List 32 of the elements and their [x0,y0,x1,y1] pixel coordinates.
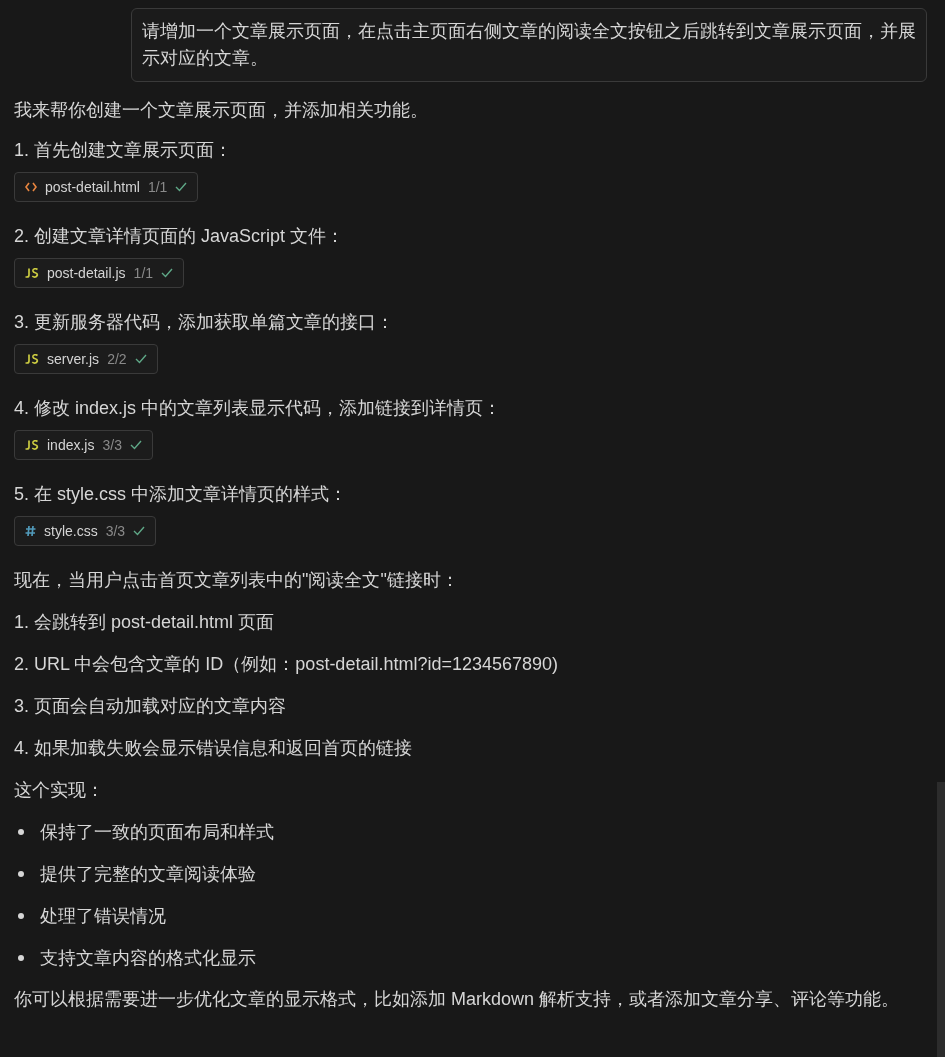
feature-text: 支持文章内容的格式化显示 [40,947,256,970]
javascript-icon [25,268,39,278]
feature-text: 保持了一致的页面布局和样式 [40,821,274,844]
step-text: 2. 创建文章详情页面的 JavaScript 文件： [14,225,346,248]
step-text: 3. 更新服务器代码，添加获取单篇文章的接口： [14,311,395,334]
bullet-icon [18,829,24,835]
file-chip[interactable]: server.js 2/2 [14,344,158,374]
hash-icon [25,525,36,537]
feature-text: 处理了错误情况 [40,905,166,928]
file-chip[interactable]: post-detail.html 1/1 [14,172,199,202]
closing-text: 你可以根据需要进一步优化文章的显示格式，比如添加 Markdown 解析支持，或者添加文章分享、评论等功能。 [14,988,901,1011]
file-chip[interactable]: post-detail.js 1/1 [14,258,185,288]
file-chip[interactable]: index.js 3/3 [14,430,153,460]
step-text: 1. 首先创建文章展示页面： [14,139,233,162]
bullet-icon [18,955,24,961]
file-chip[interactable]: style.css 3/3 [14,516,157,546]
intro-text: 我来帮你创建一个文章展示页面，并添加相关功能。 [14,99,429,122]
summary-point: 3. 页面会自动加载对应的文章内容 [14,695,287,718]
step-text: 5. 在 style.css 中添加文章详情页的样式： [14,483,349,506]
javascript-icon [25,354,39,364]
user-message: 请增加一个文章展示页面，在点击主页面右侧文章的阅读全文按钮之后跳转到文章展示页面，并展示对应的文章。 [131,8,927,82]
code-icon [25,182,37,192]
features-heading: 这个实现： [14,779,105,802]
summary-point: 2. URL 中会包含文章的 ID（例如：post-detail.html?id=1234567890) [14,653,560,676]
step-text: 4. 修改 index.js 中的文章列表显示代码，添加链接到详情页： [14,397,503,420]
summary-point: 1. 会跳转到 post-detail.html 页面 [14,611,276,634]
feature-text: 提供了完整的文章阅读体验 [40,863,256,886]
bullet-icon [18,913,24,919]
summary-heading: 现在，当用户点击首页文章列表中的"阅读全文"链接时： [14,569,460,592]
javascript-icon [25,440,39,450]
bullet-icon [18,871,24,877]
summary-point: 4. 如果加载失败会显示错误信息和返回首页的链接 [14,737,413,760]
